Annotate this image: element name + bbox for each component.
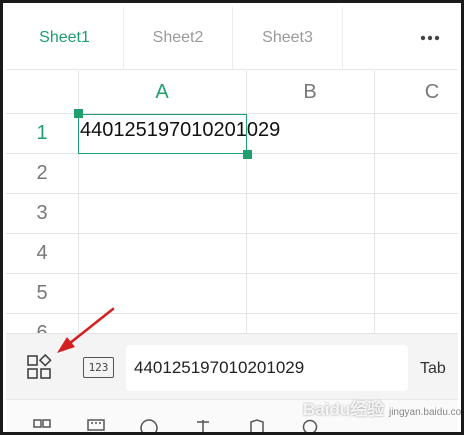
more-button[interactable] bbox=[343, 6, 458, 70]
tab-sheet3[interactable]: Sheet3 bbox=[233, 6, 343, 70]
row-header-2[interactable]: 2 bbox=[6, 153, 78, 193]
row-header-6[interactable]: 6 bbox=[6, 313, 78, 334]
selection-handle-top-left[interactable] bbox=[74, 109, 83, 118]
tab-sheet2[interactable]: Sheet2 bbox=[124, 6, 233, 70]
row-header-1[interactable]: 1 bbox=[6, 113, 78, 153]
keyboard-icon[interactable] bbox=[86, 418, 106, 435]
formula-input[interactable]: 440125197010201029 bbox=[126, 345, 408, 391]
more-horizontal-icon bbox=[420, 35, 439, 41]
text-format-icon[interactable] bbox=[193, 418, 213, 435]
fill-icon[interactable] bbox=[247, 418, 267, 435]
watermark: Baidu经验 jingyan.baidu.com bbox=[303, 400, 464, 419]
numeric-keyboard-button[interactable]: 123 bbox=[83, 357, 114, 378]
tab-sheet1[interactable]: Sheet1 bbox=[6, 6, 124, 70]
input-bar: 123 440125197010201029 Tab bbox=[6, 333, 458, 399]
emoji-icon[interactable] bbox=[139, 418, 159, 435]
column-header-c[interactable]: C bbox=[374, 71, 458, 113]
app-window: Sheet1 Sheet2 Sheet3 A B C 1 2 3 4 5 6 4… bbox=[0, 0, 464, 435]
selection-handle-bottom-right[interactable] bbox=[243, 150, 252, 159]
row-header-4[interactable]: 4 bbox=[6, 233, 78, 273]
search-icon[interactable] bbox=[301, 418, 321, 435]
apps-grid-icon[interactable] bbox=[26, 354, 52, 380]
grid-icon[interactable] bbox=[32, 418, 52, 435]
cell-selection-box bbox=[78, 114, 247, 154]
row-header-5[interactable]: 5 bbox=[6, 273, 78, 313]
column-header-b[interactable]: B bbox=[246, 71, 374, 113]
spreadsheet-grid: A B C 1 2 3 4 5 6 440125197010201029 bbox=[6, 71, 458, 333]
column-header-a[interactable]: A bbox=[78, 71, 246, 113]
row-header-3[interactable]: 3 bbox=[6, 193, 78, 233]
sheet-tab-bar: Sheet1 Sheet2 Sheet3 bbox=[6, 6, 458, 70]
tab-key-button[interactable]: Tab bbox=[420, 360, 446, 378]
